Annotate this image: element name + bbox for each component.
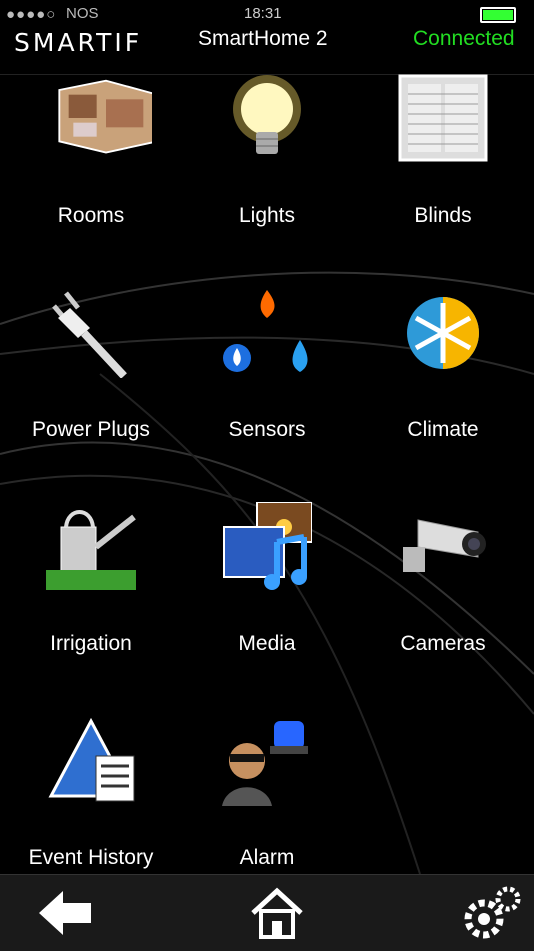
gears-icon[interactable] <box>462 885 522 941</box>
tile-label: Climate <box>407 418 479 441</box>
tile-label: Media <box>238 632 296 655</box>
tile-label: Irrigation <box>50 632 132 655</box>
sensors-icon <box>223 290 308 372</box>
home-icon[interactable] <box>247 885 307 941</box>
tile-label: Rooms <box>57 204 125 227</box>
tile-media[interactable]: Media <box>178 502 356 716</box>
tile-label: Cameras <box>400 632 486 655</box>
bottom-toolbar <box>0 874 534 951</box>
tile-blinds[interactable]: Blinds <box>354 74 532 288</box>
app-header: SMARTIF SmartHome 2 Connected <box>0 0 534 75</box>
tile-lights[interactable]: Lights <box>178 74 356 288</box>
watering-can-icon <box>46 510 136 590</box>
tile-label: Blinds <box>414 204 472 227</box>
tile-rooms[interactable]: Rooms <box>2 74 180 288</box>
power-plug-icon <box>52 291 127 378</box>
tile-power-plugs[interactable]: Power Plugs <box>2 288 180 502</box>
feature-grid: Rooms Lights Blinds Power Plugs Sensors … <box>0 74 534 874</box>
tile-climate[interactable]: Climate <box>354 288 532 502</box>
connection-status: Connected <box>413 27 515 50</box>
floorplan-icon <box>58 79 152 154</box>
tile-cameras[interactable]: Cameras <box>354 502 532 716</box>
app-logo: SMARTIF <box>14 28 143 57</box>
window-blinds-icon <box>398 74 488 162</box>
alarm-icon <box>222 721 308 806</box>
media-icon <box>223 502 312 590</box>
event-history-icon <box>48 717 135 802</box>
tile-irrigation[interactable]: Irrigation <box>2 502 180 716</box>
tile-sensors[interactable]: Sensors <box>178 288 356 502</box>
tile-label: Power Plugs <box>32 418 150 441</box>
tile-label: Event History <box>28 846 154 869</box>
tile-label: Alarm <box>239 846 295 869</box>
tile-label: Lights <box>238 204 296 227</box>
page-title: SmartHome 2 <box>198 27 328 50</box>
security-camera-icon <box>403 519 486 572</box>
tile-label: Sensors <box>228 418 306 441</box>
back-arrow-icon[interactable] <box>35 885 95 941</box>
climate-icon <box>407 297 479 369</box>
lightbulb-icon <box>233 75 301 154</box>
